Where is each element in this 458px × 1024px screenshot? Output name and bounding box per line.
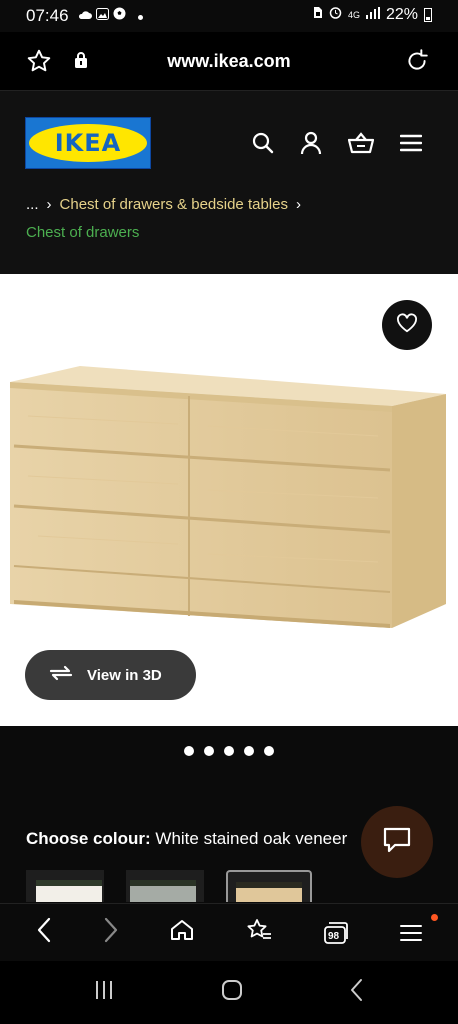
back-icon[interactable]	[36, 917, 52, 948]
search-icon[interactable]	[252, 132, 274, 159]
breadcrumb-ellipsis[interactable]: ...	[26, 196, 39, 213]
breadcrumb: ... › Chest of drawers & bedside tables …	[0, 193, 458, 274]
user-icon[interactable]	[300, 131, 322, 160]
colour-swatch-selected[interactable]	[226, 870, 312, 902]
heart-icon	[396, 312, 418, 338]
colour-swatch[interactable]	[126, 870, 204, 902]
view-in-3d-label: View in 3D	[87, 666, 162, 684]
chevron-right-icon: ›	[295, 196, 301, 213]
alarm-icon	[329, 6, 342, 24]
view-in-3d-button[interactable]: View in 3D	[25, 650, 196, 700]
football-icon	[113, 7, 126, 25]
recent-apps-icon[interactable]	[93, 979, 115, 1006]
system-back-icon[interactable]	[349, 978, 365, 1007]
site-header: IKEA	[0, 90, 458, 193]
colour-swatch[interactable]	[26, 870, 104, 902]
gallery-icon	[96, 7, 109, 25]
colour-label: Choose colour:	[26, 829, 151, 848]
carousel-dot[interactable]	[244, 746, 254, 756]
colour-value: White stained oak veneer	[155, 829, 348, 848]
browser-url-bar: www.ikea.com	[0, 32, 458, 90]
reload-icon[interactable]	[404, 48, 430, 79]
breadcrumb-current[interactable]: Chest of drawers	[26, 224, 139, 241]
chat-icon	[383, 827, 411, 858]
breadcrumb-trail: ... › Chest of drawers & bedside tables …	[26, 196, 301, 213]
dot-icon	[138, 7, 143, 25]
browser-toolbar: 98	[0, 903, 458, 961]
status-time: 07:46	[26, 6, 69, 25]
carousel-dot[interactable]	[204, 746, 214, 756]
breadcrumb-parent-link[interactable]: Chest of drawers & bedside tables	[60, 196, 288, 213]
notification-icons	[78, 7, 143, 25]
logo-oval: IKEA	[29, 124, 147, 162]
home-icon[interactable]	[170, 919, 194, 946]
carousel-dot[interactable]	[264, 746, 274, 756]
product-image	[8, 366, 450, 646]
home-button-icon[interactable]	[220, 978, 244, 1007]
menu-icon[interactable]	[399, 134, 423, 157]
tabs-count: 98	[327, 930, 340, 942]
system-status: 4G 22%	[313, 6, 432, 24]
chat-button[interactable]	[361, 806, 433, 878]
battery-icon	[424, 8, 432, 22]
phone-screen: 07:46 4G 22% www.ikea.com IKEA ... › Che…	[0, 0, 458, 1024]
network-label: 4G	[347, 9, 360, 20]
battery-percent: 22%	[385, 6, 418, 23]
sim-icon	[313, 6, 323, 24]
signal-icon	[365, 6, 380, 24]
bookmarks-icon[interactable]	[246, 918, 272, 947]
tabs-button[interactable]: 98	[323, 921, 349, 945]
rotate-3d-icon	[47, 663, 75, 687]
logo-text: IKEA	[54, 129, 122, 157]
ikea-logo[interactable]: IKEA	[25, 117, 151, 169]
favourite-button[interactable]	[382, 300, 432, 350]
system-navigation	[0, 961, 458, 1024]
cloud-icon	[78, 7, 92, 25]
url-address[interactable]: www.ikea.com	[0, 51, 458, 72]
forward-icon[interactable]	[103, 917, 119, 948]
colour-selector-label: Choose colour: White stained oak veneer	[26, 829, 366, 849]
carousel-dot[interactable]	[184, 746, 194, 756]
header-actions	[252, 131, 423, 160]
carousel-dot[interactable]	[224, 746, 234, 756]
status-bar: 07:46 4G 22%	[0, 0, 458, 32]
product-image-carousel[interactable]: View in 3D	[0, 274, 458, 726]
notification-dot	[431, 914, 438, 921]
carousel-dots	[0, 746, 458, 756]
colour-swatches	[26, 870, 312, 902]
chevron-right-icon: ›	[46, 196, 52, 213]
menu-icon[interactable]	[400, 923, 423, 943]
basket-icon[interactable]	[347, 132, 375, 159]
